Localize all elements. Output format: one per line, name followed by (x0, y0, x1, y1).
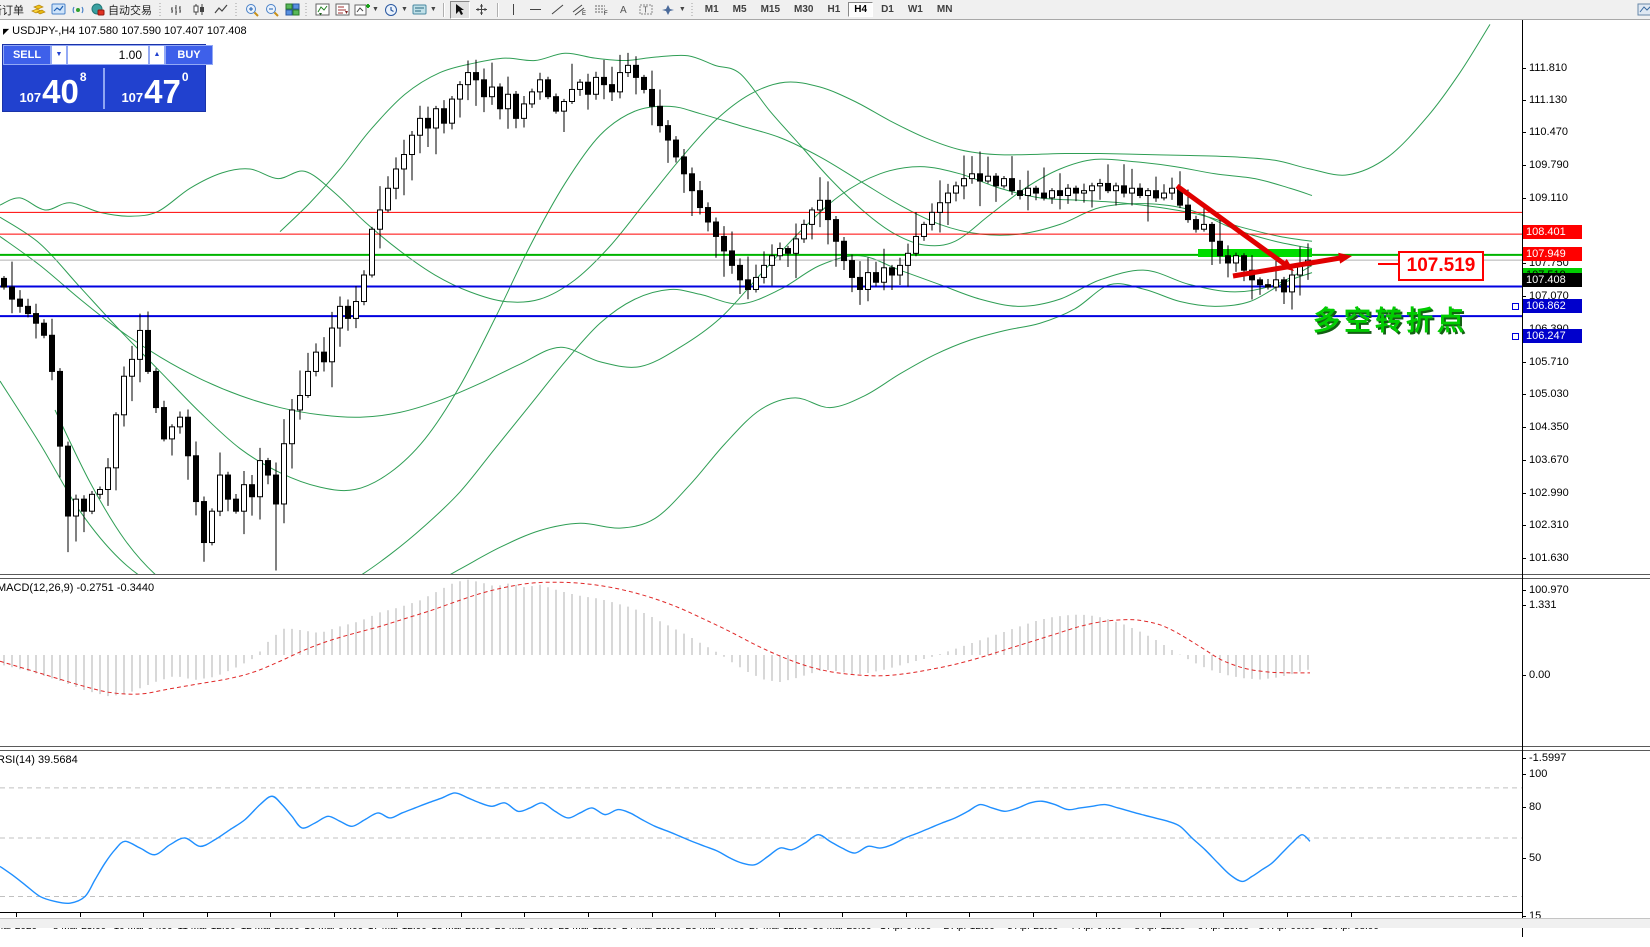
tab-timeframe-mn[interactable]: MN (931, 2, 959, 17)
toolbar-grip (235, 3, 239, 17)
tab-timeframe-m15[interactable]: M15 (755, 2, 786, 17)
price-label-106.862: 106.862 (1523, 299, 1582, 313)
fibonacci-tool-icon[interactable]: F (592, 1, 612, 19)
rsi-line (0, 793, 1310, 903)
trendline-tool-icon[interactable] (548, 1, 568, 19)
bid-price-base: 107 (19, 90, 41, 105)
tile-windows-icon[interactable] (283, 2, 301, 18)
ask-price-pip: 0 (182, 70, 189, 84)
candlestick-type-icon[interactable] (189, 1, 209, 19)
autotrading-button[interactable]: 自动交易 (108, 2, 152, 18)
toolbar-grip (305, 3, 309, 17)
toolbar: 新订单 自动交易 ▼ ▼ ▼ E F A T ▼ (0, 0, 1650, 20)
text-label-tool-icon[interactable]: T (636, 1, 656, 19)
bid-price[interactable]: 107 40 8 (3, 66, 103, 111)
volume-decrease-stepper[interactable]: ▼ (51, 45, 67, 65)
bid-price-main: 40 (42, 75, 79, 108)
svg-text:E: E (582, 11, 586, 16)
rsi-indicator-label: RSI(14) 39.5684 (0, 754, 78, 766)
window-marker-icon: ◤ (3, 27, 9, 36)
horizontal-line-tool-icon[interactable] (526, 1, 546, 19)
turning-point-annotation[interactable]: 多空转折点 (1313, 299, 1468, 338)
one-click-trading-panel: SELL ▼ 1.00 ▲ BUY 107 40 8 107 47 0 (2, 44, 206, 112)
line-drag-handle[interactable] (1512, 333, 1519, 340)
shapes-tool-icon[interactable] (658, 1, 678, 19)
price-label-108.401: 108.401 (1523, 225, 1582, 239)
period-clock-icon[interactable] (382, 2, 400, 18)
text-tool-icon[interactable]: A (614, 1, 634, 19)
tab-timeframe-d1[interactable]: D1 (875, 2, 900, 17)
chart-canvas[interactable]: 111.810111.130110.470109.790109.110107.7… (0, 20, 1650, 947)
ask-price-main: 47 (144, 75, 181, 108)
bid-price-pip: 8 (80, 70, 87, 84)
support-highlight-rect (1198, 249, 1312, 257)
price-label-107.408: 107.408 (1523, 273, 1582, 287)
new-order-button[interactable]: 新订单 (0, 2, 24, 18)
volume-increase-stepper[interactable]: ▲ (149, 45, 165, 65)
pane-splitter[interactable] (0, 574, 1650, 579)
channel-tool-icon[interactable]: E (570, 1, 590, 19)
ask-price-base: 107 (121, 90, 143, 105)
price-label-107.949: 107.949 (1523, 247, 1582, 261)
callout-pointer-line (1378, 263, 1398, 265)
tab-timeframe-m30[interactable]: M30 (788, 2, 819, 17)
toolbar-separator (443, 3, 445, 17)
add-indicator-icon[interactable] (353, 2, 371, 18)
sell-button[interactable]: SELL (3, 45, 51, 65)
chart-ohlc-header: ◤USDJPY-,H4 107.580 107.590 107.407 107.… (3, 25, 247, 37)
template-icon[interactable] (411, 2, 429, 18)
chevron-down-icon[interactable]: ▼ (372, 6, 379, 13)
main-price-pane[interactable] (0, 20, 1522, 574)
rsi-pane[interactable] (0, 750, 1522, 912)
tab-timeframe-m1[interactable]: M1 (699, 2, 725, 17)
tab-timeframe-m5[interactable]: M5 (727, 2, 753, 17)
chevron-down-icon[interactable]: ▼ (679, 6, 686, 13)
macd-indicator-label: MACD(12,26,9) -0.2751 -0.3440 (0, 582, 154, 594)
zoom-out-icon[interactable] (263, 2, 281, 18)
gold-bars-icon[interactable] (29, 2, 47, 18)
volume-input[interactable]: 1.00 (67, 45, 149, 65)
tab-timeframe-w1[interactable]: W1 (902, 2, 929, 17)
line-chart-type-icon[interactable] (211, 1, 231, 19)
market-watch-icon[interactable] (49, 2, 67, 18)
bollinger-band-middle-fast (0, 106, 1312, 490)
cursor-tool-icon[interactable] (450, 1, 470, 19)
price-axis: 111.810111.130110.470109.790109.110107.7… (1522, 20, 1650, 937)
mt4-window: 新订单 自动交易 ▼ ▼ ▼ E F A T ▼ (0, 0, 1650, 947)
indicator-list-icon[interactable] (333, 2, 351, 18)
autotrading-icon[interactable] (89, 2, 107, 18)
pane-splitter[interactable] (0, 746, 1650, 751)
chevron-down-icon[interactable]: ▼ (401, 6, 408, 13)
macd-pane[interactable] (0, 578, 1522, 745)
crosshair-tool-icon[interactable] (472, 1, 492, 19)
ask-price[interactable]: 107 47 0 (105, 66, 205, 111)
svg-text:F: F (604, 11, 608, 16)
signal-icon[interactable] (69, 2, 87, 18)
svg-text:T: T (643, 6, 648, 15)
chevron-down-icon[interactable]: ▼ (430, 6, 437, 13)
price-callout-label[interactable]: 107.519 (1398, 251, 1484, 281)
toolbar-separator (497, 3, 499, 17)
buy-button[interactable]: BUY (165, 45, 213, 65)
indicator-window-icon[interactable] (313, 2, 331, 18)
zoom-in-icon[interactable] (243, 2, 261, 18)
price-label-106.247: 106.247 (1523, 329, 1582, 343)
bar-chart-type-icon[interactable] (167, 1, 187, 19)
svg-text:A: A (620, 5, 627, 16)
status-strip (0, 918, 1650, 928)
bollinger-band-lower-fast (0, 256, 1312, 574)
toolbar-grip (691, 3, 695, 17)
line-drag-handle[interactable] (1512, 303, 1519, 310)
tab-timeframe-h1[interactable]: H1 (821, 2, 846, 17)
clipped-toolbar-icon[interactable] (1637, 1, 1650, 17)
vertical-line-tool-icon[interactable] (504, 1, 524, 19)
toolbar-grip (159, 3, 163, 17)
tab-timeframe-h4[interactable]: H4 (848, 2, 873, 17)
